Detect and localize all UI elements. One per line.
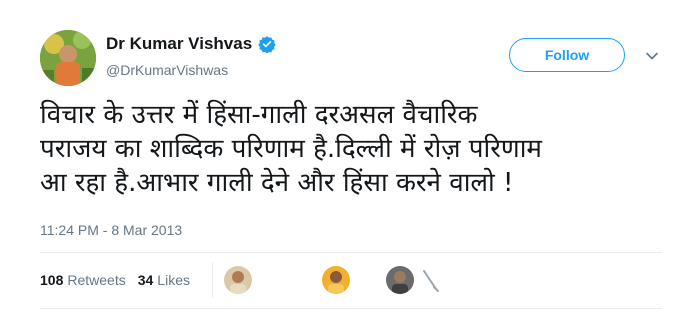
chevron-down-icon[interactable] <box>645 49 659 63</box>
stats-separator <box>212 262 213 298</box>
follow-button[interactable]: Follow <box>509 38 625 72</box>
author-name-row: Dr Kumar Vishvas <box>106 34 276 54</box>
tweet-stats: 108 Retweets 34 Likes <box>40 272 202 288</box>
author-handle[interactable]: @DrKumarVishwas <box>106 62 228 78</box>
divider-top <box>40 252 662 253</box>
verified-badge-icon <box>258 36 276 53</box>
likes-label[interactable]: Likes <box>157 272 190 288</box>
liker-avatar[interactable] <box>322 266 350 294</box>
author-avatar[interactable] <box>40 30 96 86</box>
divider-bottom <box>40 308 662 309</box>
author-display-name[interactable]: Dr Kumar Vishvas <box>106 34 252 54</box>
tweet-text: विचार के उत्तर में हिंसा-गाली दरअसल वैचा… <box>40 100 542 198</box>
liker-avatar-placeholder-icon[interactable] <box>420 268 442 294</box>
likes-count[interactable]: 34 <box>138 272 154 288</box>
retweets-count[interactable]: 108 <box>40 272 63 288</box>
liker-avatar[interactable] <box>386 266 414 294</box>
retweets-label[interactable]: Retweets <box>67 272 125 288</box>
tweet-timestamp[interactable]: 11:24 PM - 8 Mar 2013 <box>40 222 182 238</box>
liker-avatar[interactable] <box>224 266 252 294</box>
